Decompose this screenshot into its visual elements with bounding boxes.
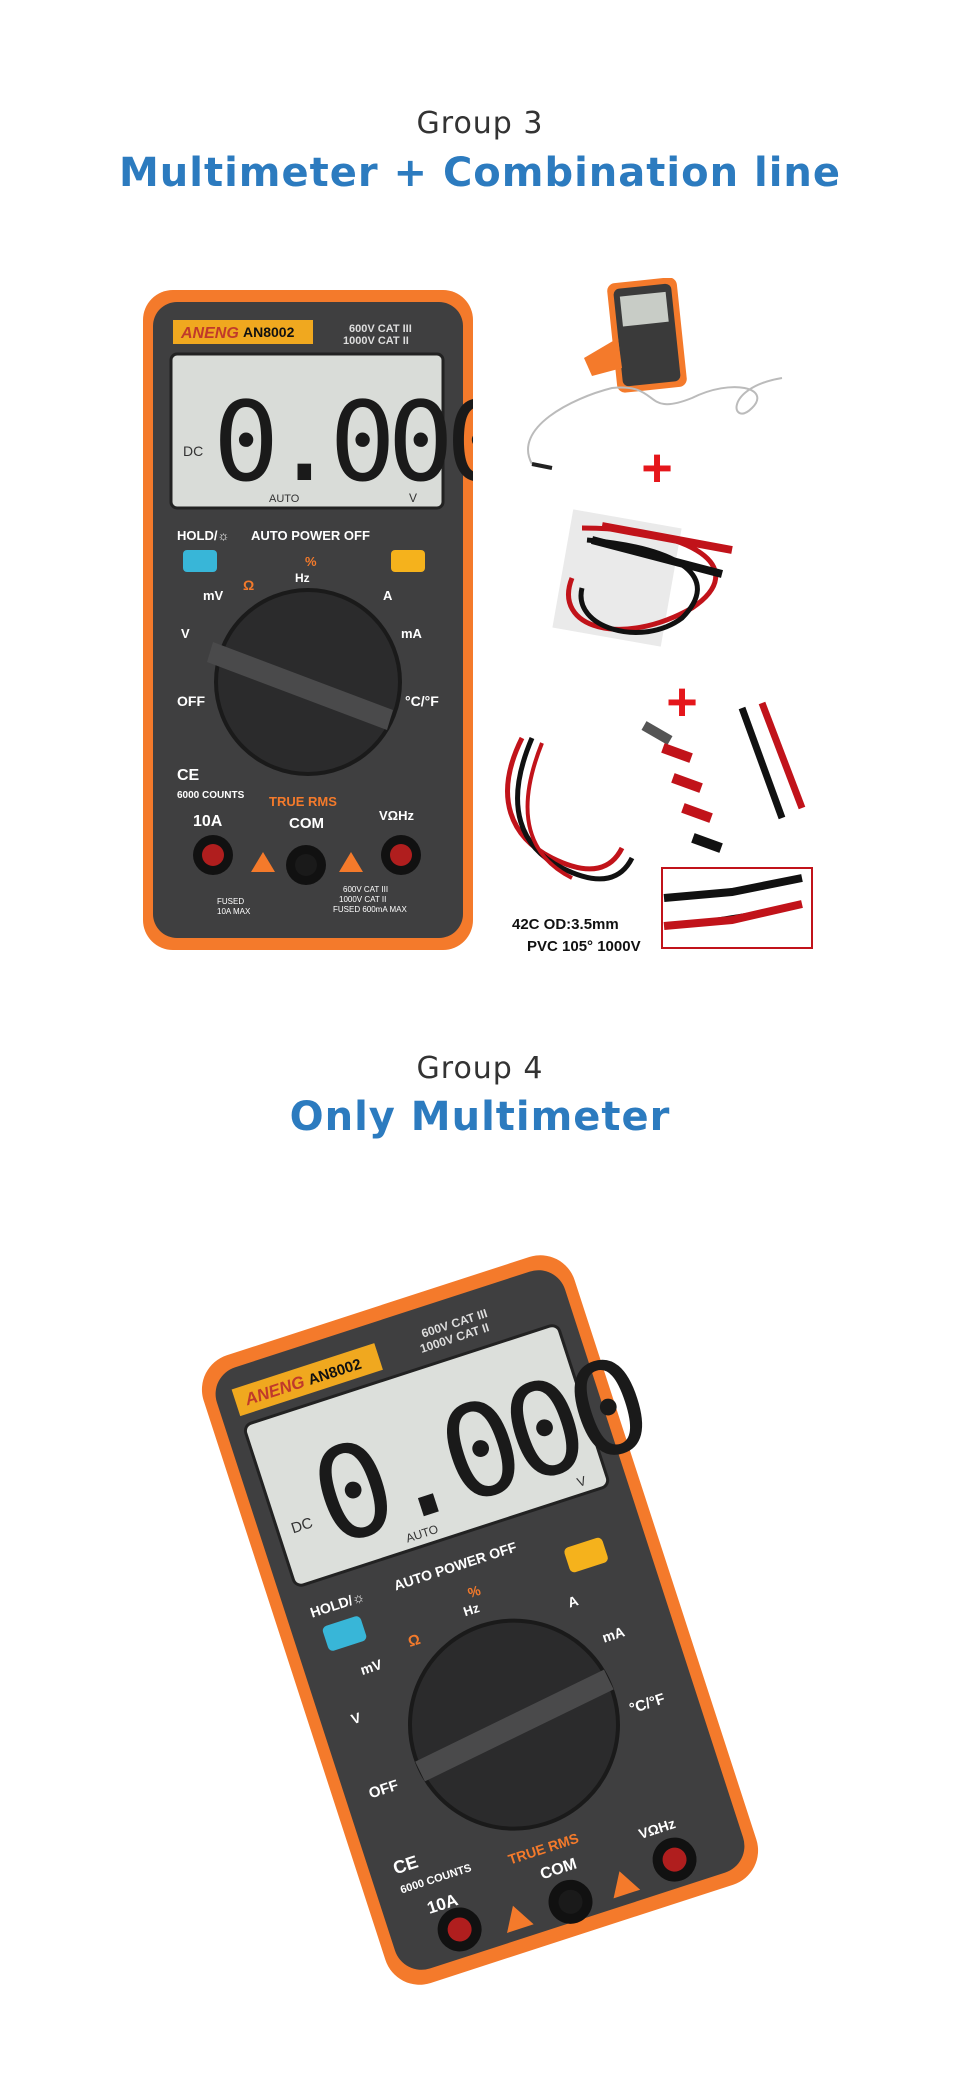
lcd-dc: DC [183,443,203,459]
jack-fused-label: FUSED 600mA MAX [333,905,407,914]
ohm-icon: Ω [243,577,254,593]
hz-label: Hz [295,571,310,585]
group4-subtitle: Only Multimeter [289,1094,671,1140]
plus-icon-2: + [666,672,698,732]
multimeter-front-image: ANENG AN8002 600V CAT III 1000V CAT II D… [143,290,473,950]
10a-label: 10A [193,813,223,830]
fused-label: FUSED [217,897,244,906]
true-rms-label: TRUE RMS [269,794,337,809]
cat-label-2: 1000V CAT II [343,335,409,347]
lcd-reading: 0.000 [213,378,473,506]
a-label: A [383,588,393,603]
cable-spec-line-1: 42C OD:3.5mm [512,916,619,933]
ce-mark: CE [177,767,200,784]
cable-spec-line-2: PVC 105° 1000V [527,938,641,955]
jack-cat-label-1: 600V CAT III [343,885,388,894]
hold-label: HOLD/☼ [177,528,229,543]
jack-cat-label-2: 1000V CAT II [339,895,386,904]
mv-label: mV [203,588,224,603]
hold-button[interactable] [183,550,217,572]
jack-com[interactable] [295,854,317,876]
lcd-unit: V [409,491,417,505]
brand-label: ANENG [180,325,239,342]
fused-max-label: 10A MAX [217,907,251,916]
ma-label: mA [401,626,423,641]
group3-title: Group 3 [416,106,544,141]
function-button[interactable] [391,550,425,572]
jack-v[interactable] [390,844,412,866]
com-label: COM [289,815,324,832]
cat-label-1: 600V CAT III [349,323,412,335]
counts-label: 6000 COUNTS [177,790,245,801]
v-label: V [181,626,190,641]
group4-title: Group 4 [416,1051,544,1086]
cf-label: °C/°F [405,693,439,709]
model-label: AN8002 [243,324,295,340]
accessories-image: + + [492,277,822,958]
plus-icon: + [641,438,673,498]
jack-10a[interactable] [202,844,224,866]
off-label: OFF [177,693,205,709]
auto-power-off-label: AUTO POWER OFF [251,528,370,543]
group3-subtitle: Multimeter + Combination line [118,150,842,196]
vohm-label: VΩHz [379,808,414,823]
lcd-auto: AUTO [269,493,300,505]
pct-label: % [305,554,317,569]
multimeter-tilted-image: ANENG AN8002 600V CAT III 1000V CAT II D… [140,1240,820,2000]
